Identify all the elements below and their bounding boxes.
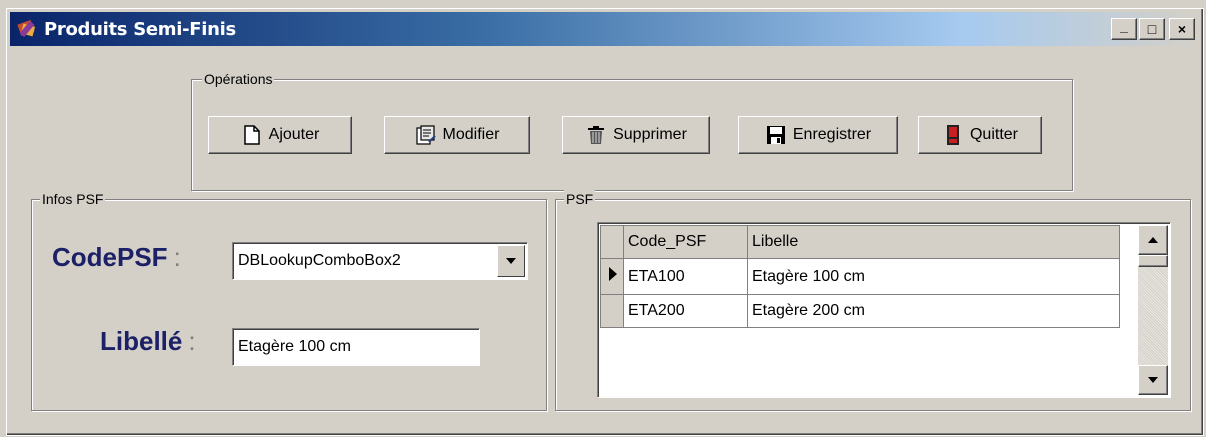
column-header-code-psf[interactable]: Code_PSF [623,225,748,259]
scroll-thumb[interactable] [1138,255,1168,267]
add-button[interactable]: Ajouter [208,116,352,154]
libelle-colon: : [188,326,196,356]
table-row[interactable]: ETA200 Etagère 200 cm [600,294,1120,328]
infos-psf-group: Infos PSF CodePSF: DBLookupComboBox2 Lib… [31,190,547,411]
table-row[interactable]: ETA100 Etagère 100 cm [600,258,1120,295]
floppy-disk-icon [765,124,787,146]
code-psf-combobox[interactable]: DBLookupComboBox2 [232,242,528,280]
edit-button[interactable]: Modifier [384,116,530,154]
trash-icon [585,124,607,146]
save-button[interactable]: Enregistrer [738,116,898,154]
code-psf-label: CodePSF: [52,242,181,273]
cell-libelle[interactable]: Etagère 100 cm [747,258,1120,295]
title-bar[interactable]: Produits Semi-Finis _ □ × [10,12,1199,46]
combobox-dropdown-button[interactable] [497,245,525,277]
arrow-down-icon [1148,377,1158,383]
operations-group: Opérations Ajouter Modifier Supprimer En… [191,70,1073,191]
exit-door-icon [942,124,964,146]
row-indicator[interactable] [600,258,624,295]
delete-button-label: Supprimer [613,126,687,143]
scroll-up-button[interactable] [1138,225,1168,255]
caption-buttons: _ □ × [1111,18,1195,40]
cell-code-psf[interactable]: ETA100 [623,258,748,295]
quit-button-label: Quitter [969,126,1018,143]
psf-data-grid[interactable]: Code_PSF Libelle ETA100 Etagère 100 cm E… [597,222,1171,398]
quit-button[interactable]: Quitter [918,116,1042,154]
delete-button[interactable]: Supprimer [562,116,710,154]
minimize-icon: _ [1120,18,1128,34]
maximize-icon: □ [1147,21,1157,37]
cell-libelle[interactable]: Etagère 200 cm [747,294,1120,328]
column-header-libelle[interactable]: Libelle [747,225,1120,259]
scroll-down-button[interactable] [1138,365,1168,395]
arrow-up-icon [1148,237,1158,243]
psf-table: Code_PSF Libelle ETA100 Etagère 100 cm E… [600,225,1120,328]
table-header-row: Code_PSF Libelle [600,225,1120,259]
maximize-button[interactable]: □ [1139,18,1165,40]
close-button[interactable]: × [1169,18,1195,40]
window-title: Produits Semi-Finis [44,18,236,40]
minimize-button[interactable]: _ [1111,18,1137,40]
save-button-label: Enregistrer [792,126,872,143]
app-icon [16,18,38,40]
vertical-scrollbar[interactable] [1138,225,1168,395]
operations-group-label: Opérations [202,70,275,88]
psf-group-label: PSF [564,190,596,208]
libelle-label-text: Libellé [100,326,183,356]
main-window: Produits Semi-Finis _ □ × Opérations Ajo… [6,8,1204,436]
close-icon: × [1177,21,1187,37]
code-psf-combobox-value: DBLookupComboBox2 [238,252,401,269]
cell-code-psf[interactable]: ETA200 [623,294,748,328]
infos-psf-group-label: Infos PSF [40,190,106,208]
row-indicator[interactable] [600,294,624,328]
new-document-icon [241,124,263,146]
edit-document-icon [415,124,437,146]
code-psf-colon: : [173,242,181,272]
libelle-field-value: Etagère 100 cm [238,338,351,355]
edit-button-label: Modifier [442,126,500,143]
current-row-arrow-icon [609,267,617,281]
code-psf-label-text: CodePSF [52,242,168,272]
header-indicator-cell [600,225,624,259]
chevron-down-icon [506,258,516,264]
libelle-label: Libellé: [100,326,196,357]
add-button-label: Ajouter [268,126,320,143]
libelle-field[interactable]: Etagère 100 cm [232,328,480,366]
